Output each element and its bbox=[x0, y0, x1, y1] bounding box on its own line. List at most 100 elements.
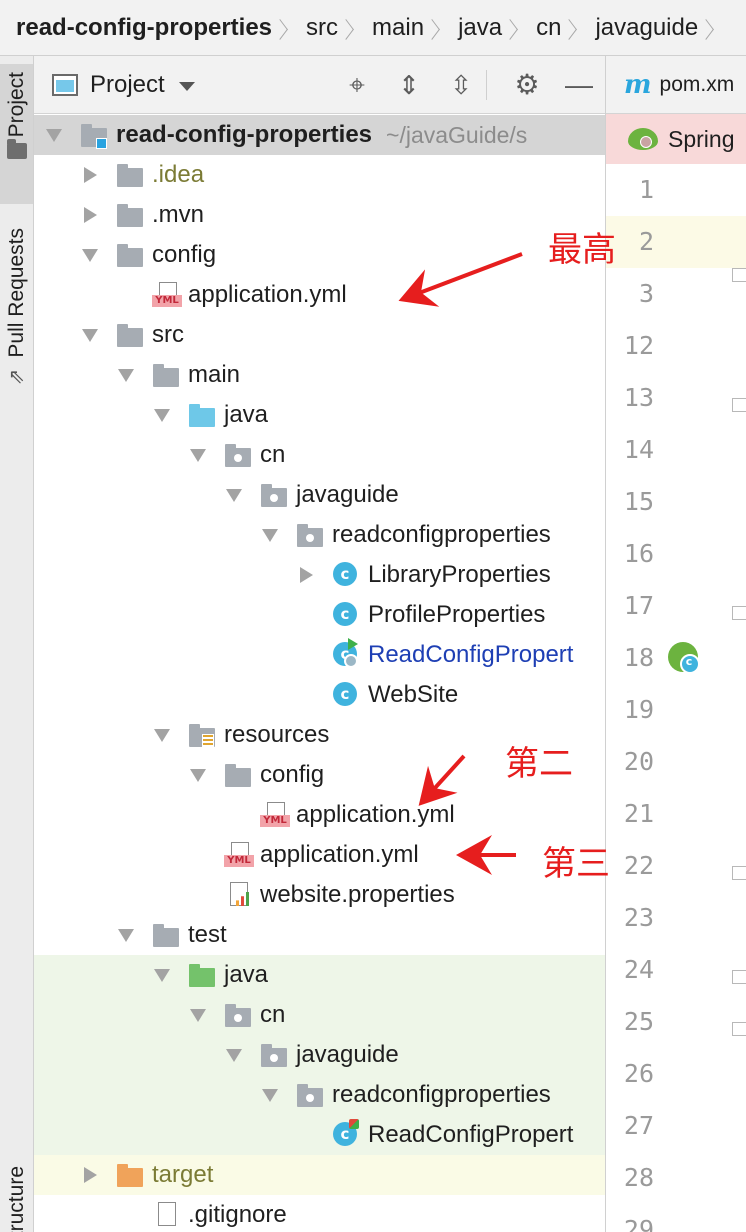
line-number: 29 bbox=[623, 1215, 654, 1232]
spring-run-gutter-icon[interactable]: c bbox=[668, 642, 700, 674]
spring-notification-banner[interactable]: Spring bbox=[606, 114, 746, 164]
fold-marker-icon[interactable] bbox=[732, 606, 746, 620]
editor-tab-pom-xml[interactable]: m pom.xm bbox=[606, 56, 746, 114]
line-number: 12 bbox=[623, 331, 654, 360]
expand-arrow-icon[interactable] bbox=[116, 925, 136, 945]
expand-arrow-icon[interactable] bbox=[152, 965, 172, 985]
expand-arrow-icon[interactable] bbox=[44, 125, 64, 145]
file-icon bbox=[152, 1202, 180, 1228]
properties-file-icon bbox=[224, 882, 252, 908]
tree-item-test-cn[interactable]: cn bbox=[34, 995, 605, 1035]
tree-item-test-readconfigproperties[interactable]: readconfigproperties bbox=[34, 1075, 605, 1115]
line-number: 18 bbox=[623, 643, 654, 672]
expand-arrow-icon[interactable] bbox=[80, 325, 100, 345]
tree-item-library-properties[interactable]: c LibraryProperties bbox=[34, 555, 605, 595]
expand-all-icon[interactable]: ⇕ bbox=[392, 68, 426, 102]
expand-arrow-icon[interactable] bbox=[152, 405, 172, 425]
annotation-third: 第三 bbox=[542, 844, 610, 884]
left-tool-strip: Project Pull Requests ⇖ Structure bbox=[0, 56, 34, 1232]
tree-item-profile-properties[interactable]: c ProfileProperties bbox=[34, 595, 605, 635]
expand-arrow-icon[interactable] bbox=[224, 1045, 244, 1065]
tree-item-label: config bbox=[260, 761, 325, 788]
tree-item-label: read-config-properties bbox=[116, 121, 373, 148]
expand-arrow-icon[interactable] bbox=[260, 1085, 280, 1105]
breadcrumb-item-java[interactable]: java bbox=[458, 14, 502, 42]
tree-item-label: application.yml bbox=[260, 841, 419, 868]
tree-item-mvn[interactable]: .mvn bbox=[34, 195, 605, 235]
fold-marker-icon[interactable] bbox=[732, 866, 746, 880]
gear-icon[interactable]: ⚙ bbox=[510, 68, 544, 102]
expand-arrow-icon[interactable] bbox=[116, 365, 136, 385]
tree-item-target[interactable]: target bbox=[34, 1155, 605, 1195]
fold-marker-icon[interactable] bbox=[732, 268, 746, 282]
hide-icon[interactable]: — bbox=[562, 68, 596, 102]
tree-item-main-cn[interactable]: cn bbox=[34, 435, 605, 475]
yml-file-icon: YML bbox=[152, 282, 182, 308]
fold-marker-icon[interactable] bbox=[732, 970, 746, 984]
breadcrumb-item-cn[interactable]: cn bbox=[536, 14, 561, 42]
tree-item-config-application-yml[interactable]: YML application.yml bbox=[34, 275, 605, 315]
tree-item-read-config-properties-test[interactable]: c ReadConfigPropert bbox=[34, 1115, 605, 1155]
collapse-arrow-icon[interactable] bbox=[80, 1165, 100, 1185]
tree-item-config[interactable]: config bbox=[34, 235, 605, 275]
tree-item-resources-config-application-yml[interactable]: YML application.yml bbox=[34, 795, 605, 835]
spring-icon bbox=[628, 128, 658, 150]
tree-item-test[interactable]: test bbox=[34, 915, 605, 955]
tree-item-test-javaguide[interactable]: javaguide bbox=[34, 1035, 605, 1075]
expand-arrow-icon[interactable] bbox=[260, 525, 280, 545]
package-icon bbox=[224, 442, 252, 468]
package-icon bbox=[224, 1002, 252, 1028]
collapse-arrow-icon[interactable] bbox=[80, 165, 100, 185]
line-number: 28 bbox=[623, 1163, 654, 1192]
tree-item-main[interactable]: main bbox=[34, 355, 605, 395]
expand-arrow-icon[interactable] bbox=[188, 765, 208, 785]
tool-tab-pull-requests-label: Pull Requests bbox=[4, 228, 28, 358]
tree-item-root[interactable]: read-config-properties ~/javaGuide/s bbox=[34, 115, 605, 155]
chevron-down-icon[interactable] bbox=[178, 81, 195, 91]
tree-item-main-java[interactable]: java bbox=[34, 395, 605, 435]
line-number: 15 bbox=[623, 487, 654, 516]
tree-item-website-properties[interactable]: website.properties bbox=[34, 875, 605, 915]
breadcrumb-item-project[interactable]: read-config-properties bbox=[16, 14, 272, 42]
tree-item-main-readconfigproperties[interactable]: readconfigproperties bbox=[34, 515, 605, 555]
package-icon bbox=[296, 522, 324, 548]
tree-item-idea[interactable]: .idea bbox=[34, 155, 605, 195]
tree-item-src[interactable]: src bbox=[34, 315, 605, 355]
test-source-folder-icon bbox=[188, 962, 216, 988]
annotation-second: 第二 bbox=[505, 744, 573, 784]
fold-marker-icon[interactable] bbox=[732, 1022, 746, 1036]
tree-item-read-config-properties-application[interactable]: c ReadConfigPropert bbox=[34, 635, 605, 675]
tree-item-resources-application-yml[interactable]: YML application.yml bbox=[34, 835, 605, 875]
tree-item-test-java[interactable]: java bbox=[34, 955, 605, 995]
tool-tab-structure[interactable]: Structure bbox=[0, 1166, 33, 1232]
tree-item-website[interactable]: c WebSite bbox=[34, 675, 605, 715]
collapse-arrow-icon[interactable] bbox=[296, 565, 316, 585]
expand-arrow-icon[interactable] bbox=[152, 725, 172, 745]
breadcrumb-separator-icon bbox=[569, 15, 581, 41]
project-view-selector[interactable]: Project bbox=[90, 71, 165, 99]
tree-item-label: resources bbox=[224, 721, 330, 748]
expand-arrow-icon[interactable] bbox=[224, 485, 244, 505]
breadcrumb-item-src[interactable]: src bbox=[306, 14, 338, 42]
tool-tab-pull-requests[interactable]: Pull Requests ⇖ bbox=[0, 224, 33, 404]
breadcrumb-item-javaguide[interactable]: javaguide bbox=[595, 14, 698, 42]
tree-item-label: ReadConfigPropert bbox=[368, 1121, 574, 1148]
fold-marker-icon[interactable] bbox=[732, 398, 746, 412]
collapse-arrow-icon[interactable] bbox=[80, 205, 100, 225]
locate-icon[interactable]: ⌖ bbox=[340, 68, 374, 102]
tree-item-label: application.yml bbox=[296, 801, 455, 828]
tree-item-main-javaguide[interactable]: javaguide bbox=[34, 475, 605, 515]
tool-tab-project-label: Project bbox=[4, 72, 28, 138]
expand-arrow-icon[interactable] bbox=[80, 245, 100, 265]
package-icon bbox=[296, 1082, 324, 1108]
expand-arrow-icon[interactable] bbox=[188, 445, 208, 465]
project-tree: read-config-properties ~/javaGuide/s .id… bbox=[34, 115, 605, 1232]
breadcrumb-item-main[interactable]: main bbox=[372, 14, 424, 42]
tree-item-gitignore[interactable]: .gitignore bbox=[34, 1195, 605, 1232]
yml-file-icon: YML bbox=[260, 802, 290, 828]
toolbar-divider bbox=[486, 70, 487, 100]
line-number: 21 bbox=[623, 799, 654, 828]
tool-tab-project[interactable]: Project bbox=[0, 64, 33, 204]
expand-arrow-icon[interactable] bbox=[188, 1005, 208, 1025]
collapse-all-icon[interactable]: ⇳ bbox=[444, 68, 478, 102]
